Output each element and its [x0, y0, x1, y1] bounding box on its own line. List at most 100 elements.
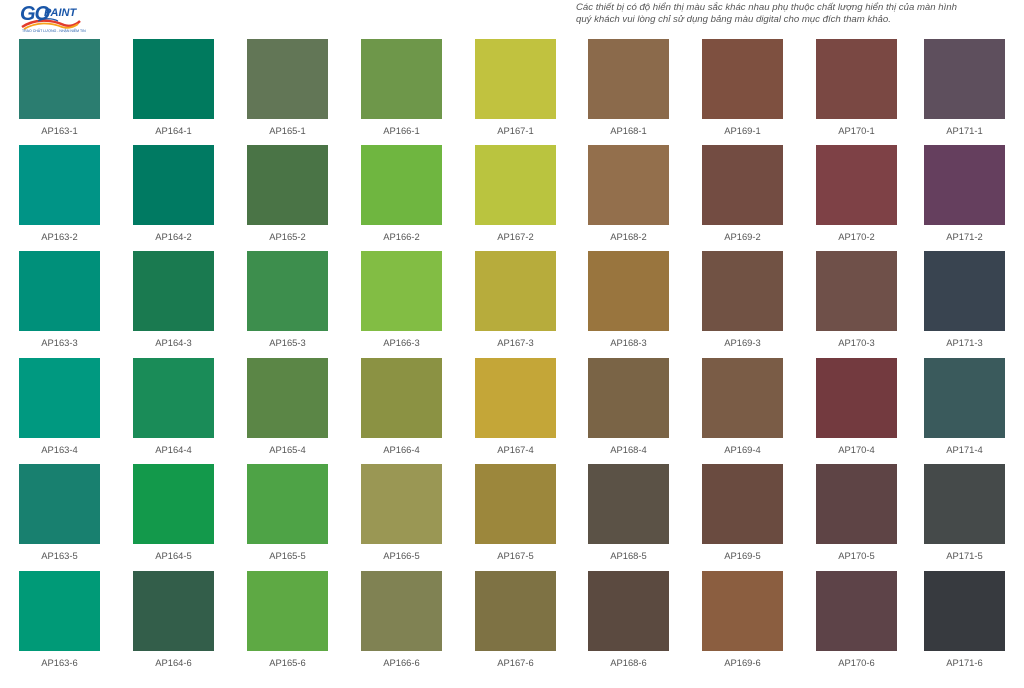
- color-swatch[interactable]: [702, 464, 783, 544]
- color-swatch[interactable]: [133, 358, 214, 438]
- color-swatch[interactable]: [702, 571, 783, 651]
- color-swatch[interactable]: [702, 358, 783, 438]
- color-chip[interactable]: AP169-6: [702, 571, 783, 668]
- color-chip[interactable]: AP169-2: [702, 145, 783, 242]
- color-chip[interactable]: AP170-2: [816, 145, 897, 242]
- color-swatch[interactable]: [19, 571, 100, 651]
- color-swatch[interactable]: [247, 251, 328, 331]
- color-swatch[interactable]: [475, 464, 556, 544]
- color-swatch[interactable]: [361, 39, 442, 119]
- color-swatch[interactable]: [816, 464, 897, 544]
- color-swatch[interactable]: [475, 571, 556, 651]
- color-chip[interactable]: AP167-6: [475, 571, 556, 668]
- color-swatch[interactable]: [816, 251, 897, 331]
- color-swatch[interactable]: [702, 145, 783, 225]
- color-chip[interactable]: AP167-4: [475, 358, 556, 455]
- color-swatch[interactable]: [247, 464, 328, 544]
- color-chip[interactable]: AP166-5: [361, 464, 442, 561]
- color-swatch[interactable]: [475, 39, 556, 119]
- color-chip[interactable]: AP166-4: [361, 358, 442, 455]
- color-chip[interactable]: AP168-5: [588, 464, 669, 561]
- color-swatch[interactable]: [924, 358, 1005, 438]
- color-swatch[interactable]: [588, 571, 669, 651]
- color-chip[interactable]: AP164-2: [133, 145, 214, 242]
- color-chip[interactable]: AP164-5: [133, 464, 214, 561]
- color-chip[interactable]: AP163-6: [19, 571, 100, 668]
- color-chip[interactable]: AP171-5: [924, 464, 1005, 561]
- color-swatch[interactable]: [816, 358, 897, 438]
- color-swatch[interactable]: [924, 145, 1005, 225]
- color-swatch[interactable]: [924, 251, 1005, 331]
- color-swatch[interactable]: [19, 464, 100, 544]
- color-chip[interactable]: AP164-4: [133, 358, 214, 455]
- color-swatch[interactable]: [475, 358, 556, 438]
- color-swatch[interactable]: [361, 358, 442, 438]
- color-chip[interactable]: AP166-3: [361, 251, 442, 348]
- color-chip[interactable]: AP168-3: [588, 251, 669, 348]
- color-swatch[interactable]: [247, 39, 328, 119]
- color-swatch[interactable]: [816, 145, 897, 225]
- color-chip[interactable]: AP164-3: [133, 251, 214, 348]
- color-chip[interactable]: AP169-1: [702, 39, 783, 136]
- gopaint-logo[interactable]: GO PAINT TRAO CHẤT LƯỢNG - NHẬN NIỀM TIN: [20, 3, 86, 35]
- color-swatch[interactable]: [702, 39, 783, 119]
- color-swatch[interactable]: [361, 464, 442, 544]
- color-chip[interactable]: AP165-2: [247, 145, 328, 242]
- color-chip[interactable]: AP167-3: [475, 251, 556, 348]
- color-chip[interactable]: AP166-2: [361, 145, 442, 242]
- color-chip[interactable]: AP165-3: [247, 251, 328, 348]
- color-chip[interactable]: AP167-1: [475, 39, 556, 136]
- color-chip[interactable]: AP166-6: [361, 571, 442, 668]
- color-chip[interactable]: AP163-2: [19, 145, 100, 242]
- color-swatch[interactable]: [361, 251, 442, 331]
- color-chip[interactable]: AP170-1: [816, 39, 897, 136]
- color-chip[interactable]: AP171-2: [924, 145, 1005, 242]
- color-chip[interactable]: AP169-5: [702, 464, 783, 561]
- color-chip[interactable]: AP170-3: [816, 251, 897, 348]
- color-chip[interactable]: AP164-1: [133, 39, 214, 136]
- color-swatch[interactable]: [133, 251, 214, 331]
- color-swatch[interactable]: [19, 358, 100, 438]
- color-chip[interactable]: AP169-4: [702, 358, 783, 455]
- color-chip[interactable]: AP165-1: [247, 39, 328, 136]
- color-chip[interactable]: AP171-3: [924, 251, 1005, 348]
- color-chip[interactable]: AP170-6: [816, 571, 897, 668]
- color-swatch[interactable]: [475, 145, 556, 225]
- color-swatch[interactable]: [588, 145, 669, 225]
- color-swatch[interactable]: [361, 571, 442, 651]
- color-swatch[interactable]: [19, 39, 100, 119]
- color-chip[interactable]: AP171-6: [924, 571, 1005, 668]
- color-swatch[interactable]: [133, 145, 214, 225]
- color-swatch[interactable]: [588, 358, 669, 438]
- color-chip[interactable]: AP163-5: [19, 464, 100, 561]
- color-swatch[interactable]: [133, 464, 214, 544]
- color-chip[interactable]: AP165-6: [247, 571, 328, 668]
- color-chip[interactable]: AP171-4: [924, 358, 1005, 455]
- color-chip[interactable]: AP163-1: [19, 39, 100, 136]
- color-swatch[interactable]: [247, 571, 328, 651]
- color-chip[interactable]: AP169-3: [702, 251, 783, 348]
- color-swatch[interactable]: [247, 145, 328, 225]
- color-chip[interactable]: AP168-4: [588, 358, 669, 455]
- color-swatch[interactable]: [924, 39, 1005, 119]
- color-swatch[interactable]: [19, 145, 100, 225]
- color-chip[interactable]: AP168-1: [588, 39, 669, 136]
- color-chip[interactable]: AP164-6: [133, 571, 214, 668]
- color-swatch[interactable]: [475, 251, 556, 331]
- color-chip[interactable]: AP171-1: [924, 39, 1005, 136]
- color-swatch[interactable]: [924, 464, 1005, 544]
- color-swatch[interactable]: [133, 571, 214, 651]
- color-swatch[interactable]: [588, 251, 669, 331]
- color-swatch[interactable]: [588, 464, 669, 544]
- color-chip[interactable]: AP163-4: [19, 358, 100, 455]
- color-chip[interactable]: AP166-1: [361, 39, 442, 136]
- color-swatch[interactable]: [133, 39, 214, 119]
- color-swatch[interactable]: [247, 358, 328, 438]
- color-swatch[interactable]: [816, 39, 897, 119]
- color-swatch[interactable]: [924, 571, 1005, 651]
- color-swatch[interactable]: [702, 251, 783, 331]
- color-swatch[interactable]: [361, 145, 442, 225]
- color-chip[interactable]: AP170-4: [816, 358, 897, 455]
- color-swatch[interactable]: [588, 39, 669, 119]
- color-chip[interactable]: AP168-2: [588, 145, 669, 242]
